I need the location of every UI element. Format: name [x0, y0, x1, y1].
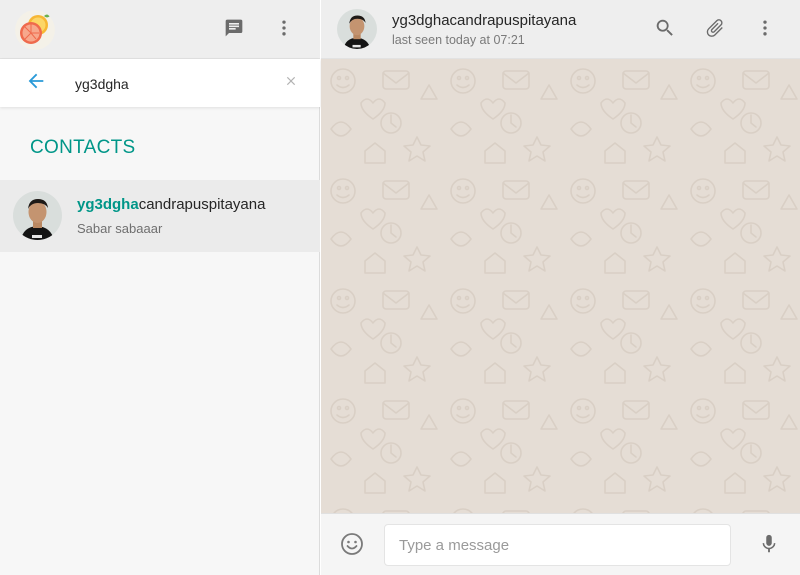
my-avatar[interactable] [15, 10, 55, 50]
search-bar [0, 59, 320, 107]
more-vert-icon [755, 18, 775, 43]
attach-button[interactable] [700, 15, 730, 45]
emoji-button[interactable] [337, 531, 367, 561]
contact-list-item[interactable]: yg3dghacandrapuspitayana Sabar sabaaar [0, 180, 320, 252]
contact-status: Sabar sabaaar [77, 221, 163, 236]
search-icon [654, 17, 676, 44]
chat-header[interactable]: yg3dghacandrapuspitayana last seen today… [321, 0, 800, 59]
chat-pane: yg3dghacandrapuspitayana last seen today… [321, 0, 800, 575]
more-vert-icon [274, 18, 294, 43]
sidebar-menu-button[interactable] [269, 15, 299, 45]
chat-wallpaper [321, 59, 800, 513]
attach-icon [704, 17, 726, 44]
search-clear-button[interactable] [276, 68, 306, 98]
contact-name-match: yg3dgha [77, 196, 139, 213]
contact-name: yg3dghacandrapuspitayana [77, 196, 265, 213]
mic-icon [758, 533, 780, 560]
chat-menu-button[interactable] [750, 15, 780, 45]
search-back-button[interactable] [21, 68, 51, 98]
chat-avatar[interactable] [337, 9, 377, 49]
message-input[interactable] [384, 524, 731, 566]
search-input[interactable] [75, 73, 275, 95]
arrow-back-icon [25, 70, 47, 97]
voice-record-button[interactable] [754, 531, 784, 561]
sidebar-header [0, 0, 320, 59]
contact-avatar [13, 191, 62, 240]
sidebar: CONTACTS yg3dghacandrapuspitayana Sabar … [0, 0, 320, 575]
close-icon [284, 74, 298, 93]
chat-messages-area[interactable] [321, 59, 800, 513]
chat-search-button[interactable] [650, 15, 680, 45]
new-chat-button[interactable] [219, 15, 249, 45]
emoji-icon [340, 532, 364, 561]
composer [321, 513, 800, 575]
contact-name-rest: candrapuspitayana [138, 196, 266, 213]
chat-contact-name: yg3dghacandrapuspitayana [392, 12, 577, 29]
contacts-section-label: CONTACTS [30, 137, 136, 158]
chat-icon [224, 18, 244, 43]
chat-last-seen: last seen today at 07:21 [392, 33, 525, 47]
